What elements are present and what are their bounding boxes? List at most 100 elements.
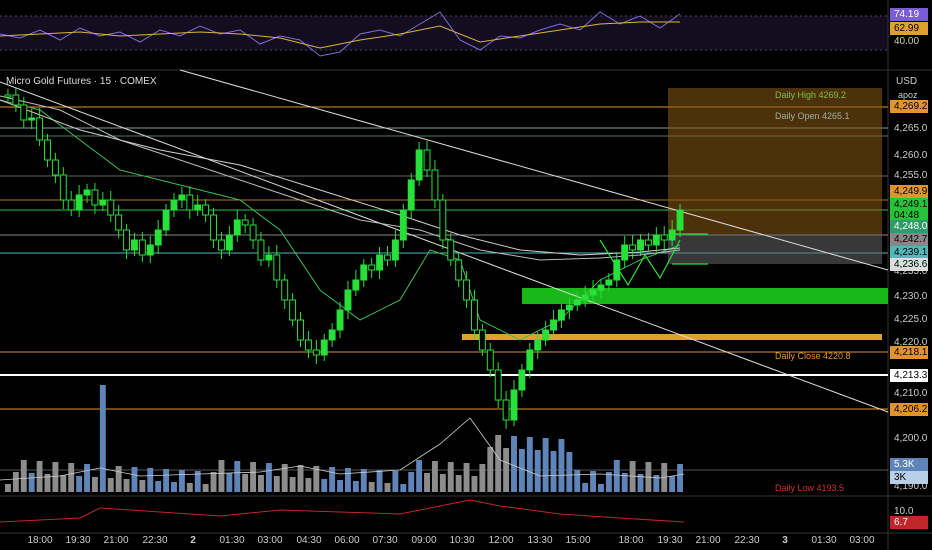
time-axis-label: 22:30	[734, 535, 760, 546]
time-axis-label: 13:30	[527, 535, 553, 546]
time-axis-label: 21:00	[103, 535, 129, 546]
volume-bar	[352, 481, 359, 492]
candle-body	[257, 239, 265, 261]
candle-body	[360, 264, 368, 281]
volume-bar	[273, 476, 280, 492]
price-tick: 4,255.0	[894, 170, 928, 181]
candle-body	[668, 229, 676, 241]
volume-bar	[526, 437, 533, 492]
candle-body	[542, 329, 550, 341]
candle-body	[518, 369, 526, 391]
price-level-badge: 4,206.2	[890, 403, 928, 416]
volume-bar	[337, 480, 343, 492]
volume-bar	[28, 473, 35, 492]
time-axis-label: 03:00	[257, 535, 283, 546]
volume-bar	[234, 461, 241, 492]
candle-body	[115, 214, 123, 231]
price-tick: 4,200.0	[894, 433, 928, 444]
candle-body	[557, 309, 565, 321]
volume-bar	[258, 475, 264, 492]
candle-body	[565, 304, 573, 311]
candle-body	[194, 204, 202, 211]
candle-body	[605, 279, 613, 286]
volume-bar	[289, 477, 296, 492]
daily-open-label: Daily Open 4265.1	[775, 111, 850, 121]
volume-bar	[677, 464, 683, 492]
volume-bar	[115, 466, 122, 492]
candle-body	[281, 279, 289, 301]
candle-body	[131, 239, 138, 251]
candle-body	[67, 199, 75, 211]
candle-body	[4, 94, 12, 98]
volume-bar	[511, 436, 517, 492]
volume-bar	[598, 484, 604, 492]
volume-bar	[408, 472, 415, 492]
candle-body	[154, 229, 162, 246]
candle-body	[494, 369, 502, 401]
volume-bar	[384, 483, 391, 492]
candle-body	[486, 349, 494, 371]
rsi-signal-badge: 62.99	[890, 22, 928, 35]
daily-close-label: Daily Close 4220.8	[775, 351, 851, 361]
volume-bar	[503, 448, 510, 492]
volume-bar	[558, 439, 565, 492]
rsi-pane	[0, 11, 888, 57]
candle-body	[241, 219, 249, 226]
volume-bar	[5, 484, 11, 492]
volume-bar	[613, 460, 620, 492]
price-level-badge: 4,248.0	[890, 220, 928, 233]
volume-bar	[471, 476, 478, 492]
volume-bar	[139, 480, 146, 492]
candle-body	[328, 329, 336, 341]
volume-bar	[52, 462, 59, 492]
candle-body	[637, 239, 644, 251]
candle-body	[407, 179, 415, 211]
currency-label[interactable]: USD	[896, 76, 917, 87]
volume-bar	[226, 473, 233, 492]
volume-bar	[439, 474, 446, 492]
volume-bar	[131, 467, 138, 492]
volume-bar	[210, 472, 217, 492]
candle-body	[415, 149, 423, 181]
time-axis-label: 18:00	[27, 535, 53, 546]
price-tick: 4,230.0	[894, 291, 928, 302]
time-axis-label: 21:00	[695, 535, 721, 546]
volume-bar	[12, 472, 19, 492]
volume-bar	[416, 460, 423, 492]
volume-bar	[36, 461, 43, 492]
candle-body	[273, 254, 281, 281]
candle-body	[589, 289, 597, 296]
volume-bar	[163, 469, 170, 492]
volume-bar	[392, 471, 399, 492]
volume-bar	[68, 463, 75, 492]
volume-bar	[242, 474, 249, 492]
volume-bars	[5, 385, 683, 492]
candle-body	[336, 309, 344, 331]
volume-bar	[455, 475, 462, 492]
scale-settings-label[interactable]: apoz	[898, 90, 918, 100]
candle-body	[99, 199, 107, 206]
volume-bar	[495, 435, 502, 492]
candle-body	[44, 139, 51, 161]
time-axis-label: 07:30	[372, 535, 398, 546]
candle-body	[384, 254, 391, 261]
price-tick: 4,260.0	[894, 150, 928, 161]
rsi-value-badge: 74.19	[890, 8, 928, 21]
volume-bar	[186, 483, 193, 492]
time-axis-label: 01:30	[219, 535, 245, 546]
candle-body	[478, 329, 486, 351]
candle-body	[225, 234, 233, 251]
candle-body	[202, 204, 210, 216]
volume-bar	[534, 450, 541, 492]
candle-body	[123, 229, 131, 251]
candle-body	[447, 239, 455, 261]
volume-bar	[487, 447, 494, 492]
volume-bar	[202, 484, 209, 492]
candle-body	[320, 339, 328, 356]
volume-bar	[155, 481, 162, 492]
time-axis-label: 22:30	[142, 535, 168, 546]
volume-bar	[76, 476, 83, 492]
candle-body	[265, 254, 273, 261]
candle-body	[439, 199, 447, 241]
candle-body	[423, 149, 431, 171]
